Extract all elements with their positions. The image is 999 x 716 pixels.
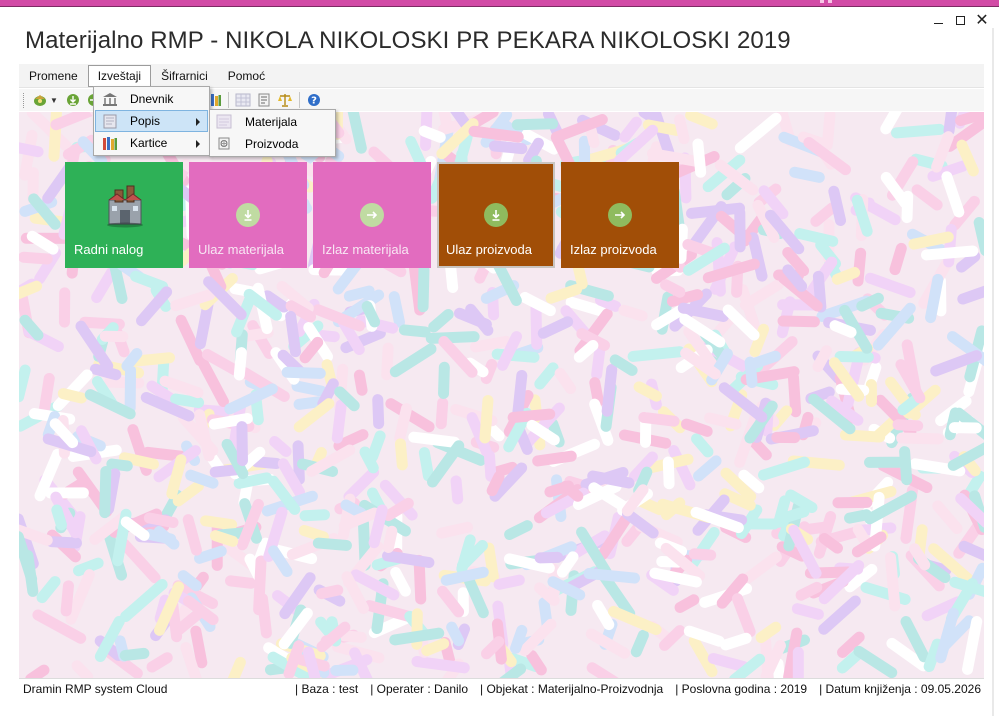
toolbar-separator (227, 92, 229, 108)
menu-promene[interactable]: Promene (19, 65, 88, 87)
toolbar-separator (298, 92, 300, 108)
window-title: Materijalno RMP - NIKOLA NIKOLOSKI PR PE… (25, 27, 791, 54)
toolbar-grid-button[interactable] (234, 91, 252, 109)
status-spacer (468, 682, 480, 696)
status-bar: Dramin RMP system Cloud | Baza : test | O… (19, 678, 984, 699)
status-spacer (807, 682, 819, 696)
tile-label: Izlaz materijala (322, 242, 409, 257)
arrow-right-icon (608, 203, 632, 227)
menu-item-dnevnik[interactable]: Dnevnik (95, 88, 208, 110)
status-objekat: | Objekat : Materijalno-Proizvodnja (480, 682, 664, 696)
menu-pomoc[interactable]: Pomoć (218, 65, 275, 87)
inventory-list-icon (103, 114, 117, 129)
minimize-button[interactable] (927, 10, 949, 30)
menu-item-kartice[interactable]: Kartice (95, 132, 208, 154)
arrow-right-icon (360, 203, 384, 227)
download-green-icon (66, 94, 79, 106)
status-spacer (358, 682, 370, 696)
izvestaji-dropdown-menu: Dnevnik Popis Kartice (93, 86, 210, 156)
menu-izvestaji[interactable]: Izveštaji (87, 64, 152, 87)
submenu-item-materijala[interactable]: Materijala (211, 111, 334, 133)
menu-bar: Promene Izveštaji Šifrarnici Pomoć (19, 64, 984, 88)
window-accent-line (0, 6, 999, 7)
menu-item-label: Kartice (130, 136, 168, 150)
close-icon: ✕ (975, 10, 989, 29)
toolbar-refresh-button[interactable] (31, 91, 49, 109)
maximize-icon (955, 15, 965, 25)
submenu-arrow-icon (196, 140, 200, 148)
tile-radni-nalog[interactable]: Radni nalog (65, 162, 183, 268)
status-spacer (663, 682, 675, 696)
materials-icon (216, 114, 232, 129)
tile-ulaz-materijala[interactable]: Ulaz materijala (189, 162, 307, 268)
cards-icon (103, 137, 117, 150)
menu-sifrarnici[interactable]: Šifrarnici (151, 65, 218, 87)
menu-item-popis[interactable]: Popis (95, 110, 208, 132)
tile-ulaz-proizvoda[interactable]: Ulaz proizvoda (437, 162, 555, 268)
window-right-edge (992, 28, 994, 716)
status-operater: | Operater : Danilo (370, 682, 469, 696)
toolbar-download-button[interactable] (64, 91, 82, 109)
tile-label: Ulaz materijala (198, 242, 284, 257)
tile-label: Izlaz proizvoda (570, 242, 657, 257)
submenu-arrow-icon (196, 118, 200, 126)
document-icon (258, 93, 270, 107)
grid-icon (235, 93, 251, 107)
window-controls: ✕ (927, 10, 993, 30)
accent-dot (820, 0, 824, 3)
toolbar-help-button[interactable]: ? (305, 91, 323, 109)
popis-submenu: Materijala Proizvoda (209, 109, 336, 157)
tile-izlaz-materijala[interactable]: Izlaz materijala (313, 162, 431, 268)
tile-label: Ulaz proizvoda (446, 242, 532, 257)
submenu-item-proizvoda[interactable]: Proizvoda (211, 133, 334, 155)
menu-item-label: Dnevnik (130, 92, 174, 106)
products-icon (218, 137, 230, 150)
refresh-icon (34, 95, 46, 106)
main-workspace: Radni nalog Ulaz materijala Izlaz materi… (19, 112, 984, 678)
menu-item-label: Popis (130, 114, 161, 128)
download-icon (484, 203, 508, 227)
status-datum: | Datum knjiženja : 09.05.2026 (819, 682, 981, 696)
close-button[interactable]: ✕ (971, 10, 993, 30)
status-baza: | Baza : test (295, 682, 359, 696)
chevron-down-icon[interactable]: ▼ (50, 96, 58, 105)
download-icon (236, 203, 260, 227)
toolbar-grip[interactable] (23, 92, 26, 108)
toolbar-document-button[interactable] (255, 91, 273, 109)
tile-izlaz-proizvoda[interactable]: Izlaz proizvoda (561, 162, 679, 268)
accent-dot (828, 0, 832, 3)
submenu-item-label: Materijala (245, 115, 298, 129)
help-icon: ? (307, 94, 320, 107)
toolbar-scales-button[interactable] (276, 91, 294, 109)
maximize-button[interactable] (949, 10, 971, 30)
status-details: | Baza : test | Operater : Danilo | Objeka… (295, 682, 984, 696)
status-godina: | Poslovna godina : 2019 (675, 682, 808, 696)
scales-icon (277, 94, 292, 107)
tile-label: Radni nalog (74, 242, 144, 257)
svg-text:?: ? (311, 96, 317, 107)
submenu-item-label: Proizvoda (245, 137, 299, 151)
factory-icon (107, 185, 143, 228)
minimize-icon (933, 23, 943, 24)
status-product: Dramin RMP system Cloud (23, 682, 168, 696)
bank-building-icon (103, 93, 117, 106)
